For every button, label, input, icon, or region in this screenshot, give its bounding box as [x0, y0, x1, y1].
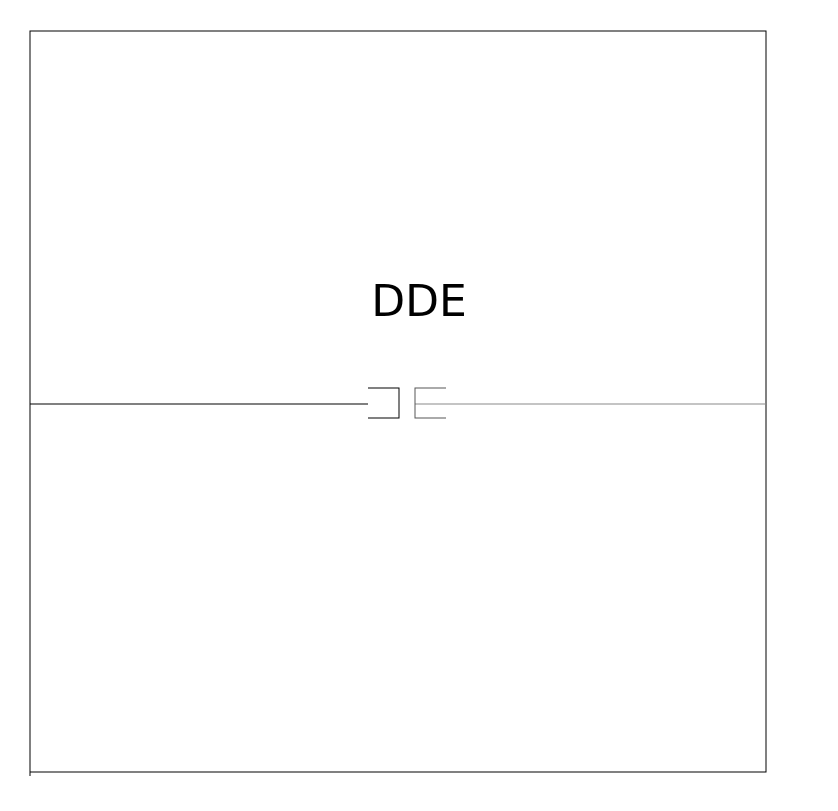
outer-frame	[29, 30, 767, 773]
diagram-label: DDE	[371, 276, 467, 327]
right-bracket	[414, 387, 446, 419]
diagram-canvas: DDE	[29, 30, 767, 776]
left-bracket	[368, 387, 400, 419]
